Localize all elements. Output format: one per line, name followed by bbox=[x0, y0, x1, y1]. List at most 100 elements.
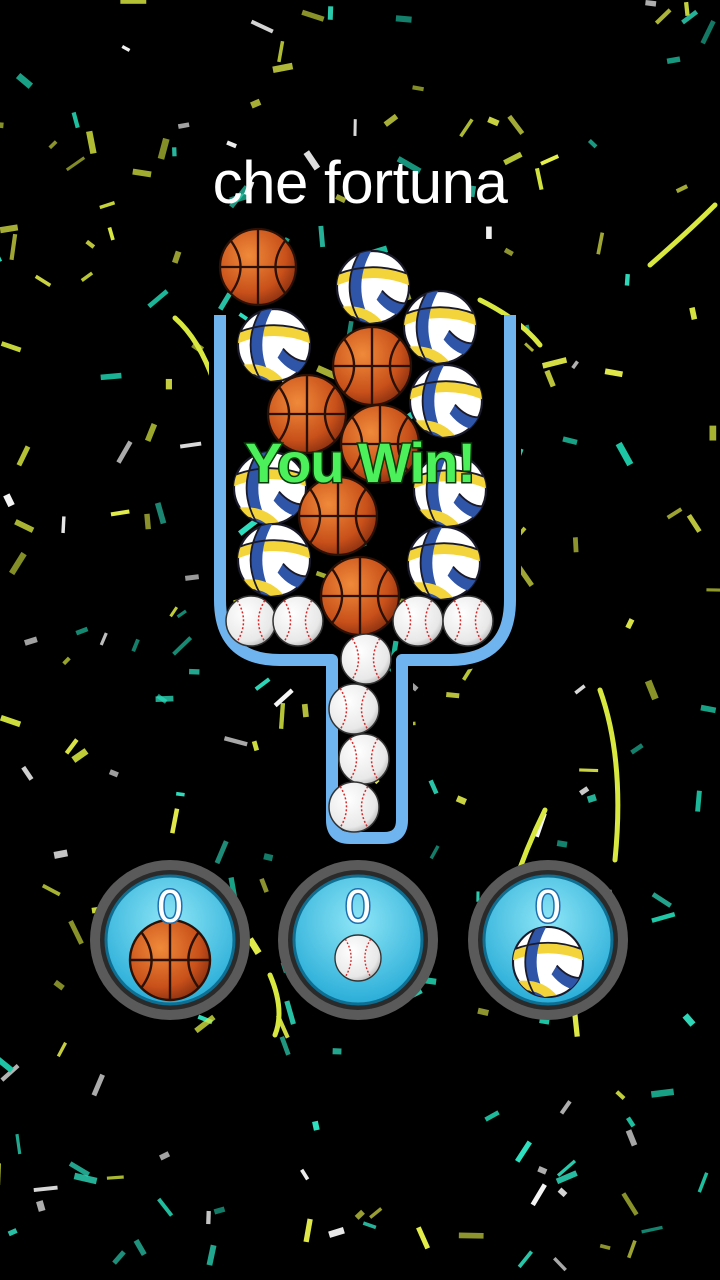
confetti-piece bbox=[278, 702, 286, 729]
confetti-piece bbox=[604, 368, 623, 378]
confetti-piece bbox=[106, 1175, 124, 1180]
confetti-piece bbox=[579, 768, 599, 773]
confetti-piece bbox=[487, 116, 500, 127]
confetti-piece bbox=[353, 119, 357, 136]
confetti-piece bbox=[91, 1073, 105, 1097]
confetti-piece bbox=[0, 120, 4, 129]
confetti-piece bbox=[459, 118, 474, 138]
confetti-piece bbox=[412, 85, 424, 92]
confetti-piece bbox=[172, 636, 193, 656]
confetti-piece bbox=[250, 19, 274, 34]
confetti-piece bbox=[630, 743, 644, 755]
confetti-piece bbox=[553, 1257, 567, 1272]
confetti-piece bbox=[175, 791, 185, 797]
confetti-piece bbox=[484, 1110, 500, 1122]
confetti-piece bbox=[170, 808, 180, 834]
confetti-piece bbox=[503, 247, 514, 257]
counter-basketball: 0 bbox=[90, 860, 250, 1020]
confetti-piece bbox=[555, 1170, 578, 1185]
confetti-piece bbox=[154, 502, 167, 525]
counter-value: 0 bbox=[344, 882, 372, 933]
confetti-piece bbox=[36, 1200, 46, 1212]
confetti-piece bbox=[68, 919, 84, 945]
confetti-piece bbox=[171, 250, 182, 264]
counter-value: 0 bbox=[534, 882, 562, 933]
confetti-piece bbox=[165, 378, 172, 390]
confetti-piece bbox=[574, 684, 586, 695]
confetti-piece bbox=[586, 794, 597, 803]
confetti-piece bbox=[700, 19, 716, 45]
confetti-piece bbox=[624, 273, 630, 286]
confetti-piece bbox=[596, 232, 605, 255]
confetti-piece bbox=[428, 779, 439, 795]
confetti-piece bbox=[455, 795, 467, 805]
volleyball-ball bbox=[236, 307, 312, 383]
confetti-piece bbox=[177, 122, 190, 129]
confetti-piece bbox=[277, 40, 285, 63]
confetti-piece bbox=[71, 748, 89, 763]
confetti-piece bbox=[689, 307, 698, 320]
confetti-piece bbox=[56, 1041, 68, 1058]
confetti-piece bbox=[301, 703, 309, 718]
confetti-piece bbox=[515, 1140, 532, 1163]
confetti-piece bbox=[537, 1166, 548, 1175]
baseball-ball bbox=[334, 934, 382, 982]
confetti-piece bbox=[107, 226, 115, 241]
confetti-piece bbox=[157, 1197, 174, 1217]
confetti-piece bbox=[188, 668, 200, 675]
confetti-piece bbox=[327, 6, 334, 20]
confetti-piece bbox=[332, 1048, 342, 1055]
confetti-piece bbox=[681, 9, 699, 25]
confetti-piece bbox=[272, 62, 294, 74]
confetti-piece bbox=[544, 369, 556, 388]
confetti-piece bbox=[312, 1120, 320, 1131]
confetti-piece bbox=[259, 877, 269, 893]
confetti-piece bbox=[579, 786, 590, 796]
baseball-ball bbox=[328, 683, 380, 735]
confetti-piece bbox=[120, 0, 147, 4]
confetti-piece bbox=[695, 790, 702, 812]
confetti-piece bbox=[14, 519, 35, 533]
confetti-piece bbox=[651, 892, 672, 908]
confetti-piece bbox=[250, 98, 262, 109]
confetti-piece bbox=[3, 493, 15, 508]
confetti-piece bbox=[41, 883, 61, 897]
confetti-piece bbox=[99, 632, 108, 646]
confetti-piece bbox=[354, 1209, 365, 1220]
confetti-piece bbox=[524, 342, 535, 353]
confetti-piece bbox=[112, 1250, 126, 1265]
confetti-piece bbox=[644, 679, 659, 701]
confetti-piece bbox=[251, 740, 260, 752]
confetti-piece bbox=[650, 1088, 675, 1098]
confetti-piece bbox=[303, 1218, 313, 1243]
confetti-piece bbox=[263, 853, 274, 862]
confetti-piece bbox=[627, 1239, 637, 1259]
confetti-piece bbox=[53, 979, 65, 991]
confetti-piece bbox=[559, 1100, 572, 1115]
confetti-piece bbox=[557, 1187, 568, 1198]
confetti-piece bbox=[666, 56, 681, 65]
confetti-piece bbox=[155, 695, 174, 703]
confetti-piece bbox=[621, 1192, 639, 1216]
confetti-piece bbox=[100, 372, 122, 381]
baseball-ball bbox=[392, 595, 444, 647]
confetti-piece bbox=[458, 1232, 484, 1239]
confetti-piece bbox=[477, 1007, 490, 1017]
confetti-streamer bbox=[597, 687, 621, 863]
confetti-piece bbox=[53, 849, 69, 859]
volleyball-ball bbox=[402, 289, 478, 365]
ball-pile bbox=[218, 227, 494, 833]
volleyball-ball bbox=[236, 522, 312, 598]
confetti-piece bbox=[206, 1244, 217, 1266]
confetti-piece bbox=[238, 312, 249, 321]
confetti-piece bbox=[9, 551, 27, 576]
counter-volleyball: 0 bbox=[468, 860, 628, 1020]
baseball-ball bbox=[338, 733, 390, 785]
confetti-piece bbox=[625, 1129, 638, 1147]
confetti-piece bbox=[24, 636, 38, 646]
confetti-piece bbox=[254, 677, 271, 691]
confetti-piece bbox=[615, 1090, 626, 1101]
confetti-piece bbox=[279, 1036, 291, 1056]
confetti-piece bbox=[110, 509, 130, 517]
confetti-piece bbox=[429, 845, 440, 860]
